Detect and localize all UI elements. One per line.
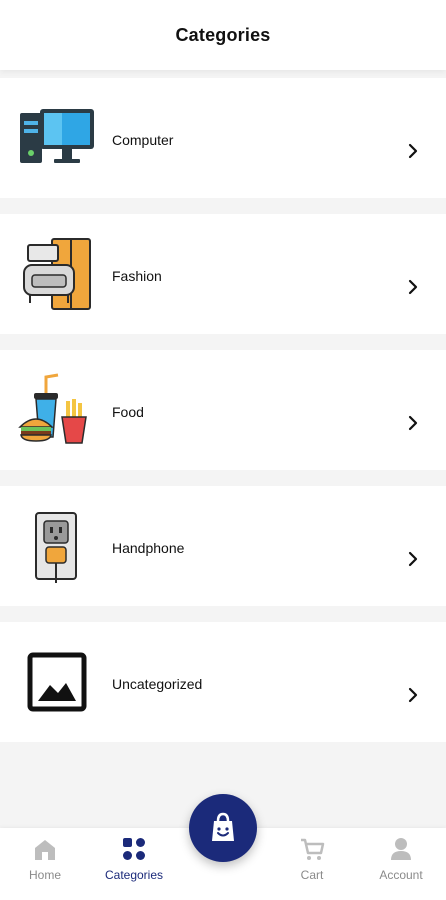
wardrobe-sofa-icon xyxy=(23,238,91,310)
category-row-handphone[interactable]: Handphone xyxy=(0,486,446,606)
nav-home[interactable]: Home xyxy=(5,836,85,896)
home-icon xyxy=(35,840,55,860)
category-label: Food xyxy=(112,404,144,420)
shop-fab-button[interactable] xyxy=(189,794,257,862)
category-row-food[interactable]: Food xyxy=(0,350,446,470)
computer-icon xyxy=(20,109,94,163)
fast-food-icon xyxy=(18,373,87,444)
chevron-right-icon xyxy=(408,143,418,159)
category-label: Handphone xyxy=(112,540,185,556)
category-label: Computer xyxy=(112,132,174,148)
shopping-bag-smile-icon xyxy=(212,812,234,841)
category-row-fashion[interactable]: Fashion xyxy=(0,214,446,334)
nav-label: Categories xyxy=(104,868,164,882)
nav-categories[interactable]: Categories xyxy=(94,836,174,896)
user-icon xyxy=(391,838,411,860)
category-label: Uncategorized xyxy=(112,676,203,692)
nav-label: Home xyxy=(28,868,61,882)
category-label: Fashion xyxy=(112,268,162,284)
power-outlet-icon xyxy=(35,512,77,583)
nav-cart[interactable]: Cart xyxy=(272,836,352,896)
nav-label: Cart xyxy=(300,868,324,882)
nav-account[interactable]: Account xyxy=(361,836,441,896)
category-row-uncategorized[interactable]: Uncategorized xyxy=(0,622,446,742)
chevron-right-icon xyxy=(408,687,418,703)
chevron-right-icon xyxy=(408,415,418,431)
image-placeholder-icon xyxy=(27,652,87,712)
nav-label: Account xyxy=(379,868,423,882)
cart-icon xyxy=(301,838,325,860)
category-row-computer[interactable]: Computer xyxy=(0,78,446,198)
chevron-right-icon xyxy=(408,551,418,567)
page-title: Categories xyxy=(175,24,271,45)
grid-icon xyxy=(123,838,145,860)
app-header: Categories xyxy=(0,0,446,70)
chevron-right-icon xyxy=(408,279,418,295)
